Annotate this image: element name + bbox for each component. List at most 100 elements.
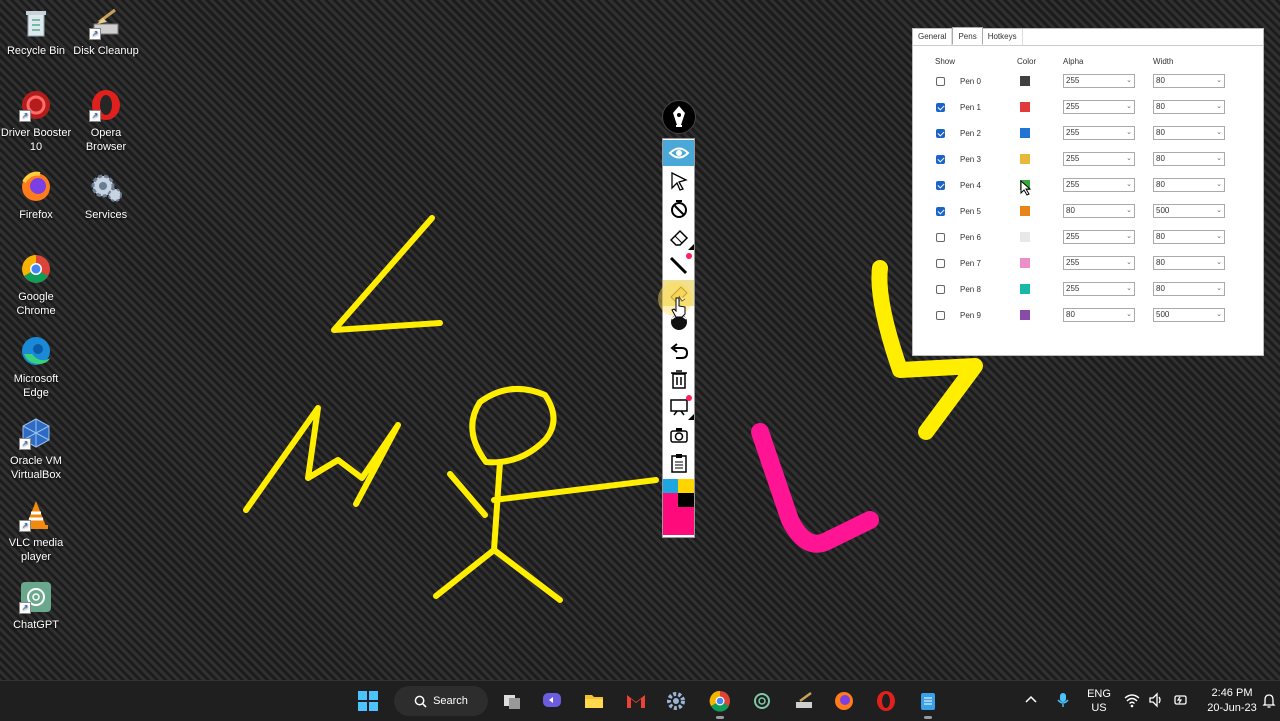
tray-notifications[interactable] — [1262, 693, 1276, 712]
pen-alpha-select[interactable]: 80 ⌄ — [1063, 308, 1135, 322]
desktop-icon-services[interactable]: Services — [70, 170, 142, 222]
pen-width-select[interactable]: 80 ⌄ — [1153, 126, 1225, 140]
pen-alpha-select[interactable]: 255 ⌄ — [1063, 282, 1135, 296]
palette-cyan-swatch[interactable] — [663, 479, 678, 493]
desktop-icon-recycle-bin[interactable]: Recycle Bin — [0, 6, 72, 58]
desktop-icon-chrome[interactable]: Google Chrome — [0, 252, 72, 318]
tray-network-volume-battery[interactable] — [1124, 692, 1196, 708]
pen-color-swatch[interactable] — [1020, 258, 1030, 268]
desktop-icon-driver-booster[interactable]: ↗ Driver Booster 10 — [0, 88, 72, 154]
pen-alpha-select[interactable]: 255 ⌄ — [1063, 126, 1135, 140]
palette-pink-swatch-lower[interactable] — [678, 507, 694, 535]
pen-show-checkbox[interactable] — [936, 233, 945, 242]
pen-width-select[interactable]: 80 ⌄ — [1153, 100, 1225, 114]
pen-width-select[interactable]: 80 ⌄ — [1153, 152, 1225, 166]
pen-width-select[interactable]: 80 ⌄ — [1153, 230, 1225, 244]
taskbar-firefox[interactable] — [830, 687, 858, 715]
taskbar-chat[interactable] — [538, 687, 566, 715]
desktop-icon-virtualbox[interactable]: ↗ Oracle VM VirtualBox — [0, 416, 72, 482]
tray-overflow-chevron[interactable] — [1024, 693, 1038, 710]
desktop-icon-label: Oracle VM VirtualBox — [10, 455, 62, 481]
shortcut-arrow-icon: ↗ — [19, 438, 31, 450]
pen-alpha-select[interactable]: 255 ⌄ — [1063, 230, 1135, 244]
pen-color-swatch[interactable] — [1020, 128, 1030, 138]
settings-gear-icon — [667, 692, 685, 710]
pen-alpha-select[interactable]: 80 ⌄ — [1063, 204, 1135, 218]
tool-line[interactable] — [663, 252, 694, 278]
pen-row: Pen 5 80 ⌄ 500 ⌄ — [913, 203, 1263, 223]
pen-color-swatch[interactable] — [1020, 232, 1030, 242]
tray-microphone[interactable] — [1056, 692, 1070, 711]
tab-general[interactable]: General — [913, 29, 953, 45]
tray-language[interactable]: ENG US — [1084, 687, 1114, 715]
pen-width-value: 80 — [1156, 76, 1165, 85]
tab-pens[interactable]: Pens — [952, 27, 983, 45]
pen-alpha-select[interactable]: 255 ⌄ — [1063, 74, 1135, 88]
pen-show-checkbox[interactable] — [936, 259, 945, 268]
pen-alpha-select[interactable]: 255 ⌄ — [1063, 256, 1135, 270]
desktop-icon-opera[interactable]: ↗ Opera Browser — [70, 88, 142, 154]
pen-show-checkbox[interactable] — [936, 77, 945, 86]
chevron-down-icon: ⌄ — [1126, 285, 1132, 292]
desktop-icon-chatgpt[interactable]: ↗ ChatGPT — [0, 580, 72, 632]
desktop-icon-firefox[interactable]: Firefox — [0, 170, 72, 222]
tool-clear[interactable] — [663, 366, 694, 392]
palette-yellow-swatch[interactable] — [678, 479, 694, 493]
desktop-icon-edge[interactable]: Microsoft Edge — [0, 334, 72, 400]
taskbar-opera[interactable] — [872, 687, 900, 715]
pen-show-checkbox[interactable] — [936, 311, 945, 320]
pen-width-select[interactable]: 80 ⌄ — [1153, 256, 1225, 270]
taskbar-disk-cleanup[interactable] — [790, 687, 818, 715]
pen-alpha-select[interactable]: 255 ⌄ — [1063, 100, 1135, 114]
tool-eraser[interactable] — [663, 224, 694, 250]
pen-width-select[interactable]: 80 ⌄ — [1153, 282, 1225, 296]
taskbar-gmail[interactable] — [622, 687, 650, 715]
pen-color-swatch[interactable] — [1020, 310, 1030, 320]
taskbar-task-view[interactable] — [498, 687, 526, 715]
pen-color-swatch[interactable] — [1020, 102, 1030, 112]
tool-pointer[interactable] — [663, 168, 694, 194]
tray-clock[interactable]: 2:46 PM 20-Jun-23 — [1200, 686, 1264, 716]
taskbar-notepad[interactable] — [914, 687, 942, 719]
desktop-icon-disk-cleanup[interactable]: ↗ Disk Cleanup — [70, 6, 142, 58]
pen-color-swatch[interactable] — [1020, 206, 1030, 216]
pen-show-checkbox[interactable] — [936, 285, 945, 294]
pen-width-select[interactable]: 80 ⌄ — [1153, 178, 1225, 192]
pen-width-value: 80 — [1156, 258, 1165, 267]
pen-show-checkbox[interactable] — [936, 155, 945, 164]
pen-alpha-select[interactable]: 255 ⌄ — [1063, 152, 1135, 166]
tool-no-draw[interactable] — [663, 196, 694, 222]
tab-hotkeys[interactable]: Hotkeys — [983, 29, 1023, 45]
camera-icon — [669, 428, 688, 443]
taskbar-search-button[interactable]: Search — [394, 686, 488, 716]
tool-whiteboard[interactable] — [663, 394, 694, 420]
pen-show-checkbox[interactable] — [936, 181, 945, 190]
color-palette[interactable] — [663, 479, 694, 535]
tool-clipboard[interactable] — [663, 450, 694, 476]
pen-width-select[interactable]: 500 ⌄ — [1153, 308, 1225, 322]
palette-pink-swatch[interactable] — [663, 493, 678, 535]
start-button[interactable] — [354, 687, 382, 715]
palette-black-swatch[interactable] — [678, 493, 694, 507]
taskbar-file-explorer[interactable] — [580, 687, 608, 715]
desktop-icon-vlc[interactable]: ↗ VLC media player — [0, 498, 72, 564]
pen-row: Pen 9 80 ⌄ 500 ⌄ — [913, 307, 1263, 327]
taskbar-settings[interactable] — [662, 687, 690, 715]
tool-undo[interactable] — [663, 338, 694, 364]
taskbar-chrome[interactable] — [706, 687, 734, 719]
gmail-icon — [627, 695, 645, 708]
tool-screenshot[interactable] — [663, 422, 694, 448]
tool-visibility[interactable] — [663, 140, 694, 166]
pen-show-checkbox[interactable] — [936, 103, 945, 112]
pen-color-swatch[interactable] — [1020, 284, 1030, 294]
pen-show-checkbox[interactable] — [936, 207, 945, 216]
pen-width-select[interactable]: 500 ⌄ — [1153, 204, 1225, 218]
pen-alpha-select[interactable]: 255 ⌄ — [1063, 178, 1135, 192]
chevron-down-icon: ⌄ — [1216, 233, 1222, 240]
pen-color-swatch[interactable] — [1020, 154, 1030, 164]
pen-show-checkbox[interactable] — [936, 129, 945, 138]
pen-logo-button[interactable] — [662, 100, 696, 134]
taskbar-chatgpt[interactable] — [748, 687, 776, 715]
pen-color-swatch[interactable] — [1020, 76, 1030, 86]
pen-width-select[interactable]: 80 ⌄ — [1153, 74, 1225, 88]
